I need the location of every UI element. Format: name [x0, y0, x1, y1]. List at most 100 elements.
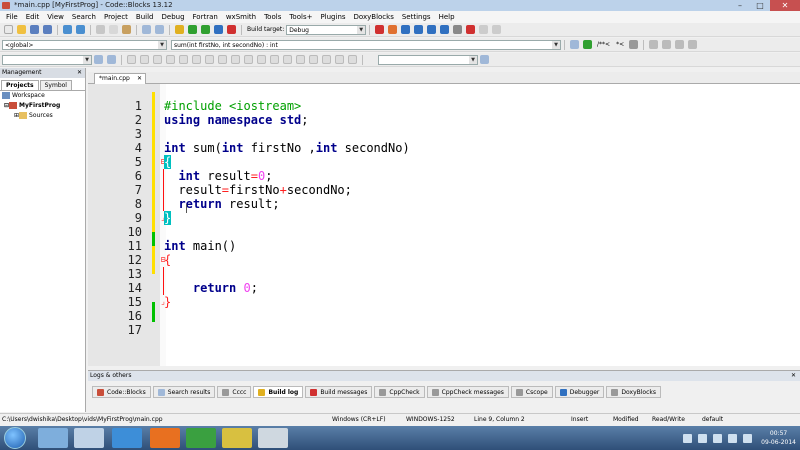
redo-icon[interactable] — [76, 25, 85, 34]
abort-icon[interactable] — [227, 25, 236, 34]
menu-file[interactable]: File — [2, 11, 22, 23]
find-icon[interactable] — [142, 25, 151, 34]
tab-search-results[interactable]: Search results — [152, 386, 216, 398]
doxy-line-comment-button[interactable]: *< — [616, 41, 624, 48]
next-line-icon[interactable] — [401, 25, 411, 34]
tab-doxyblocks[interactable]: DoxyBlocks — [606, 386, 661, 398]
search-combo[interactable]: ▼ — [2, 54, 92, 65]
search-icon[interactable] — [94, 55, 103, 64]
taskbar-firefox-icon[interactable] — [150, 428, 180, 448]
run-to-cursor-icon[interactable] — [388, 25, 398, 34]
cut-icon[interactable] — [96, 25, 105, 34]
menu-tools[interactable]: Tools — [260, 11, 285, 23]
format-9-icon[interactable] — [231, 55, 240, 64]
taskbar-media-icon[interactable] — [74, 428, 104, 448]
minimize-button[interactable]: – — [730, 0, 750, 11]
tree-project-myfirstprog[interactable]: ⊟ MyFirstProg — [0, 101, 85, 111]
undo-icon[interactable] — [63, 25, 72, 34]
format-11-icon[interactable] — [257, 55, 266, 64]
extract-icon[interactable] — [649, 40, 659, 49]
next-instruction-icon[interactable] — [440, 25, 450, 34]
menu-settings[interactable]: Settings — [398, 11, 435, 23]
menu-fortran[interactable]: Fortran — [189, 11, 222, 23]
format-5-icon[interactable] — [179, 55, 188, 64]
run-icon[interactable] — [188, 25, 197, 34]
format-7-icon[interactable] — [205, 55, 214, 64]
taskbar-app2-icon[interactable] — [222, 428, 252, 448]
editor-tab-main-cpp[interactable]: *main.cpp ✕ — [94, 73, 146, 84]
menu-build[interactable]: Build — [132, 11, 158, 23]
bookmark-next-icon[interactable] — [675, 40, 685, 49]
tray-battery-icon[interactable] — [728, 433, 738, 443]
format-10-icon[interactable] — [244, 55, 253, 64]
rebuild-icon[interactable] — [214, 25, 223, 34]
menu-tools-plus[interactable]: Tools+ — [285, 11, 316, 23]
replace-icon[interactable] — [155, 25, 164, 34]
menu-doxyblocks[interactable]: DoxyBlocks — [350, 11, 398, 23]
tab-cscope[interactable]: Cscope — [510, 386, 553, 398]
tray-app-icon[interactable] — [743, 433, 753, 443]
format-4-icon[interactable] — [166, 55, 175, 64]
format-13-icon[interactable] — [283, 55, 292, 64]
tray-volume-icon[interactable] — [698, 433, 708, 443]
debug-start-icon[interactable] — [375, 25, 385, 34]
tab-build-log[interactable]: Build log — [253, 386, 304, 398]
maximize-button[interactable]: □ — [750, 0, 770, 11]
tray-flag-icon[interactable] — [713, 433, 723, 443]
search-regex-icon[interactable] — [107, 55, 116, 64]
tray-network-icon[interactable] — [683, 433, 693, 443]
close-button[interactable]: ✕ — [770, 0, 800, 11]
tree-workspace[interactable]: Workspace — [0, 91, 85, 101]
bookmark-clear-icon[interactable] — [688, 40, 698, 49]
debug-windows-icon[interactable] — [479, 25, 489, 34]
start-button[interactable] — [4, 427, 26, 449]
taskbar-codeblocks-icon[interactable] — [258, 428, 288, 448]
save-icon[interactable] — [30, 25, 39, 34]
format-8-icon[interactable] — [218, 55, 227, 64]
format-6-icon[interactable] — [192, 55, 201, 64]
build-target-select[interactable]: Debug ▼ — [286, 24, 367, 35]
format-14-icon[interactable] — [296, 55, 305, 64]
taskbar-app-icon[interactable] — [186, 428, 216, 448]
format-icon[interactable] — [127, 55, 136, 64]
jump-implementation-icon[interactable] — [583, 40, 592, 49]
format-16-icon[interactable] — [322, 55, 331, 64]
menu-project[interactable]: Project — [100, 11, 132, 23]
tab-symbols[interactable]: Symbol — [39, 80, 72, 90]
format-3-icon[interactable] — [153, 55, 162, 64]
stop-debugger-icon[interactable] — [466, 25, 476, 34]
step-into-icon[interactable] — [414, 25, 424, 34]
save-all-icon[interactable] — [43, 25, 52, 34]
jump-declaration-icon[interactable] — [570, 40, 579, 49]
new-file-icon[interactable] — [4, 25, 13, 34]
doxy-block-comment-button[interactable]: /**< — [597, 41, 610, 48]
format-15-icon[interactable] — [309, 55, 318, 64]
tab-debugger[interactable]: Debugger — [554, 386, 605, 398]
bookmark-prev-icon[interactable] — [662, 40, 672, 49]
tab-cppcheck[interactable]: CppCheck — [374, 386, 425, 398]
menu-debug[interactable]: Debug — [158, 11, 189, 23]
menu-help[interactable]: Help — [435, 11, 459, 23]
format-2-icon[interactable] — [140, 55, 149, 64]
menu-search[interactable]: Search — [68, 11, 100, 23]
tab-projects[interactable]: Projects — [1, 80, 39, 90]
pause-icon[interactable] — [453, 25, 463, 34]
paste-icon[interactable] — [122, 25, 131, 34]
taskbar-ie-icon[interactable] — [112, 428, 142, 448]
tree-folder-sources[interactable]: ⊞ Sources — [0, 111, 85, 121]
format-18-icon[interactable] — [348, 55, 357, 64]
second-search-icon[interactable] — [480, 55, 489, 64]
scope-select[interactable]: <global> ▼ — [2, 39, 167, 50]
doxywizard-icon[interactable] — [629, 40, 639, 49]
menu-plugins[interactable]: Plugins — [316, 11, 349, 23]
menu-edit[interactable]: Edit — [22, 11, 44, 23]
debug-info-icon[interactable] — [492, 25, 502, 34]
code-editor[interactable]: 1 #include <iostream> 2 using namespace st… — [88, 84, 800, 366]
format-12-icon[interactable] — [270, 55, 279, 64]
function-select[interactable]: sum(int firstNo, int secondNo) : int ▼ — [171, 39, 561, 50]
tab-build-messages[interactable]: Build messages — [305, 386, 373, 398]
second-search-combo[interactable]: ▼ — [378, 54, 478, 65]
tab-close-icon[interactable]: ✕ — [137, 74, 142, 84]
format-17-icon[interactable] — [335, 55, 344, 64]
copy-icon[interactable] — [109, 25, 118, 34]
